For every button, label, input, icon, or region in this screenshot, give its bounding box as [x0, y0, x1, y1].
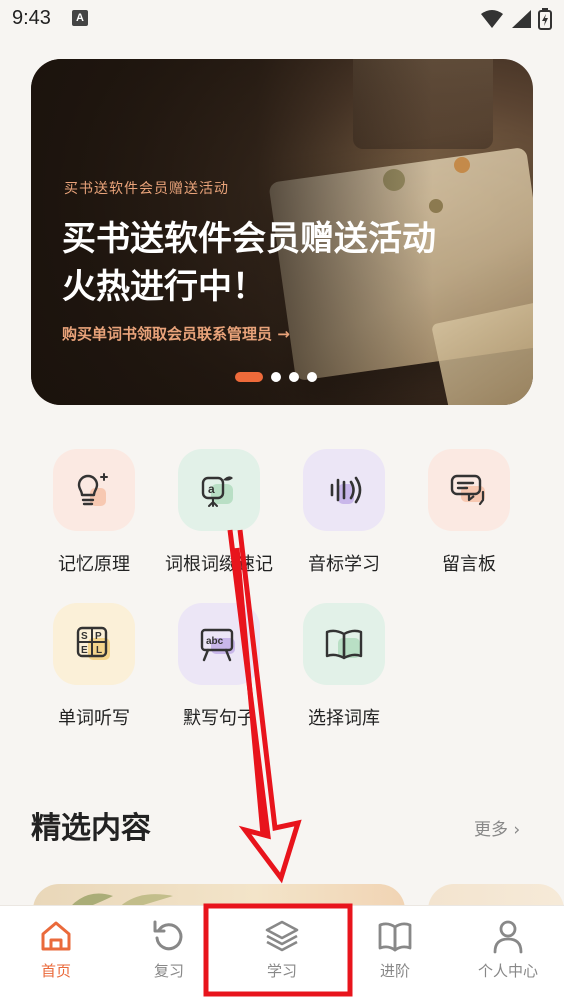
grid-item-phonetics[interactable]: 音标学习	[284, 449, 404, 576]
grid-label: 单词听写	[58, 708, 130, 729]
banner-link[interactable]: 购买单词书领取会员联系管理员 →	[62, 323, 290, 344]
tab-label: 个人中心	[477, 962, 538, 980]
banner-title-line2: 火热进行中！	[62, 267, 266, 307]
grid-label: 记忆原理	[58, 554, 130, 575]
svg-text:S: S	[81, 631, 88, 642]
grid-label: 留言板	[442, 554, 496, 575]
promo-banner[interactable]: 买书送软件会员赠送活动 买书送软件会员赠送活动 火热进行中！ 购买单词书领取会员…	[31, 59, 533, 405]
spell-grid-icon: SPEL	[53, 603, 135, 685]
svg-text:L: L	[96, 645, 102, 656]
signal-icon	[512, 10, 531, 28]
status-time: 9:43	[12, 7, 51, 29]
banner-title-line1: 买书送软件会员赠送活动	[62, 219, 436, 259]
sound-wave-icon	[303, 449, 385, 531]
carousel-dot[interactable]	[271, 372, 281, 382]
grid-label: 词根词缀速记	[165, 554, 273, 575]
grid-item-sentence-writing[interactable]: abc 默写句子	[159, 603, 279, 730]
grid-item-word-roots[interactable]: a 词根词缀速记	[159, 449, 279, 576]
tab-study[interactable]: 学习	[226, 906, 338, 1004]
refresh-icon	[153, 920, 183, 951]
tab-review[interactable]: 复习	[113, 906, 225, 1004]
tab-label: 学习	[266, 962, 297, 980]
book-icon	[378, 922, 412, 952]
grid-label: 选择词库	[308, 708, 380, 729]
grid-item-memory-principle[interactable]: 记忆原理	[34, 449, 154, 576]
user-icon	[493, 920, 523, 954]
more-link[interactable]: 更多 ›	[474, 815, 520, 840]
tab-home[interactable]: 首页	[0, 906, 112, 1004]
tab-advanced[interactable]: 进阶	[339, 906, 451, 1004]
battery-icon	[538, 8, 552, 30]
chat-bubbles-icon	[428, 449, 510, 531]
tab-label: 进阶	[379, 962, 410, 980]
grid-label: 默写句子	[183, 708, 255, 729]
grid-item-message-board[interactable]: 留言板	[409, 449, 529, 576]
abc-board-icon: abc	[178, 603, 260, 685]
grid-label: 音标学习	[308, 554, 380, 575]
tab-profile[interactable]: 个人中心	[452, 906, 564, 1004]
grid-item-word-bank[interactable]: 选择词库	[284, 603, 404, 730]
tab-label: 复习	[153, 962, 184, 980]
svg-text:P: P	[95, 631, 102, 642]
svg-text:a: a	[208, 482, 215, 496]
sprout-a-icon: a	[178, 449, 260, 531]
svg-text:E: E	[81, 645, 88, 656]
app-screen: 9:43 A 买书送软件会员赠送活动 买书送软件会员赠送活动 火热进行中！ 购买…	[0, 0, 564, 1004]
bottom-tab-bar: 首页 复习 学习 进阶 个人中心	[0, 905, 564, 1004]
status-bar: 9:43 A	[0, 0, 564, 40]
open-book-icon	[303, 603, 385, 685]
carousel-dot-active[interactable]	[235, 372, 263, 382]
carousel-indicators	[235, 372, 317, 382]
layers-icon	[265, 920, 299, 952]
banner-title: 买书送软件会员赠送活动 火热进行中！	[62, 215, 502, 311]
grid-item-dictation[interactable]: SPEL 单词听写	[34, 603, 154, 730]
notification-icon: A	[72, 10, 88, 26]
carousel-dot[interactable]	[289, 372, 299, 382]
wifi-icon	[481, 10, 503, 28]
featured-section-title: 精选内容	[31, 811, 151, 846]
banner-kicker: 买书送软件会员赠送活动	[64, 181, 229, 197]
lightbulb-icon	[53, 449, 135, 531]
status-icons	[480, 8, 552, 30]
svg-text:abc: abc	[206, 636, 224, 647]
tab-label: 首页	[40, 962, 71, 980]
home-icon	[41, 921, 71, 951]
carousel-dot[interactable]	[307, 372, 317, 382]
